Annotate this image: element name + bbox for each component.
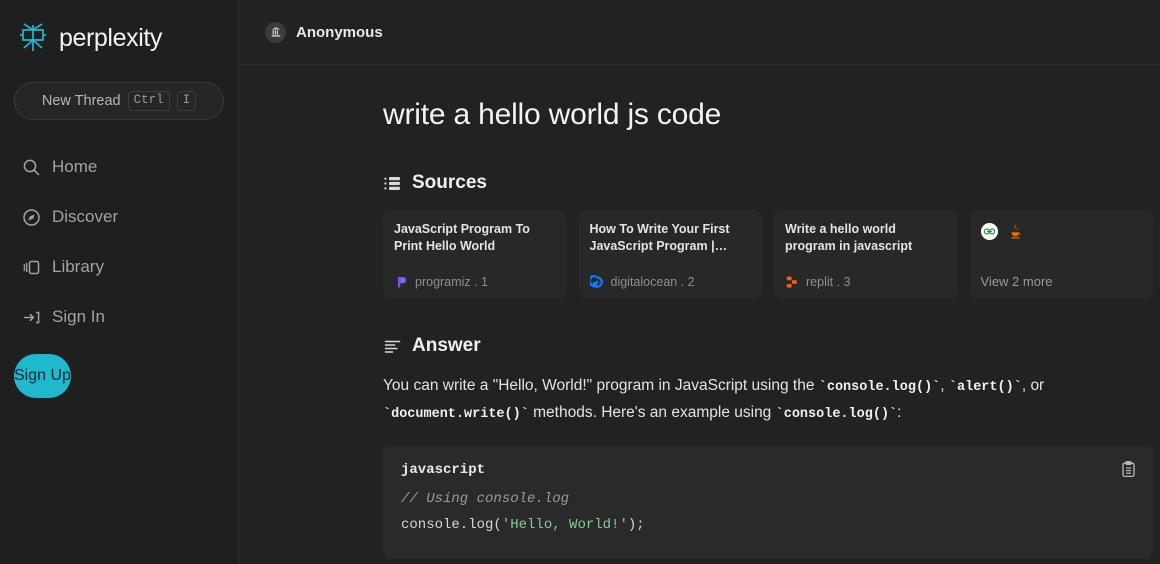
answer-section: Answer You can write a "Hello, World!" p… [383,335,1153,560]
inline-code-console-log: `console.log()` [818,380,941,395]
shortcut-ctrl: Ctrl [127,90,170,112]
new-thread-label: New Thread [41,93,121,109]
sidebar: perplexity New Thread Ctrl I Home Discov… [0,0,239,564]
source-card[interactable]: Write a hello world program in javascrip… [774,210,958,299]
view-more-sources-card[interactable]: View 2 more [969,210,1153,299]
perplexity-logo-icon [16,21,50,55]
sign-in-icon [22,308,41,327]
more-source-icons [980,221,1143,240]
user-name-label: Anonymous [296,23,383,41]
compass-icon [22,208,41,227]
search-icon [22,158,41,177]
answer-lines-icon [383,337,402,356]
answer-text-3: , or [1021,377,1045,394]
view-more-label: View 2 more [980,274,1053,289]
source-meta: programiz . 1 [394,275,556,289]
answer-text-5: : [897,403,902,421]
source-title: JavaScript Program To Print Hello World [394,222,530,253]
code-call-prefix: console.log( [401,517,502,534]
sidebar-item-label: Home [52,157,98,176]
shortcut-letter: I [176,90,197,112]
new-thread-button[interactable]: New Thread Ctrl I [14,82,224,120]
code-content: // Using console.log console.log('Hello,… [401,487,1135,539]
sidebar-item-library[interactable]: Library [14,242,224,292]
source-title: How To Write Your First JavaScript Progr… [589,222,730,253]
source-card[interactable]: How To Write Your First JavaScript Progr… [578,210,762,299]
brand-logo[interactable]: perplexity [14,0,224,62]
code-call-suffix: ); [627,517,645,534]
code-block: javascript // Using console.log console.… [383,446,1153,560]
code-comment: // Using console.log [401,491,570,508]
source-card[interactable]: JavaScript Program To Print Hello World … [383,210,567,299]
inline-code-document-write: `document.write()` [383,406,529,422]
library-icon [22,258,41,277]
brand-name: perplexity [59,23,162,52]
sources-grid: JavaScript Program To Print Hello World … [383,210,1153,299]
inline-code-console-log-2: `console.log()` [775,406,898,422]
avatar[interactable] [265,21,286,43]
answer-text-4: methods. Here's an example using [528,403,776,421]
source-title: Write a hello world program in javascrip… [785,222,913,253]
digitalocean-icon [587,275,604,289]
geeksforgeeks-icon [980,223,998,240]
top-bar: Anonymous [239,0,1160,65]
answer-text-1: You can write a "Hello, World!" program … [383,377,819,394]
thread-content: write a hello world js code Sources Java… [239,65,1160,564]
answer-text-2: , [940,377,949,394]
sidebar-item-label: Sign In [52,307,105,326]
sidebar-item-discover[interactable]: Discover [14,192,224,242]
app-root: perplexity New Thread Ctrl I Home Discov… [0,0,1160,564]
source-meta: digitalocean . 2 [587,275,752,289]
code-string: 'Hello, World!' [501,517,628,534]
replit-icon [785,275,799,289]
inline-code-alert: `alert()` [948,380,1022,395]
answer-header: Answer [383,335,1153,357]
sources-list-icon [383,174,402,193]
sidebar-item-label: Discover [52,207,119,226]
sidebar-item-home[interactable]: Home [14,142,224,192]
code-language-label: javascript [401,462,486,479]
answer-heading: Answer [412,335,481,356]
java-icon [1007,223,1024,240]
source-domain: digitalocean . 2 [610,275,695,289]
sidebar-item-sign-in[interactable]: Sign In [14,292,224,342]
sidebar-item-label: Library [52,257,104,276]
sidebar-nav: Home Discover Library Sign In [14,142,224,342]
source-domain: replit . 3 [806,275,851,289]
source-meta: replit . 3 [785,275,947,289]
programiz-icon [394,275,408,289]
main-panel: Anonymous write a hello world js code So… [239,0,1160,564]
sign-up-button[interactable]: Sign Up [14,354,71,398]
source-domain: programiz . 1 [415,275,488,289]
sources-heading: Sources [412,172,487,193]
page-title: write a hello world js code [383,98,722,131]
clipboard-copy-icon[interactable] [1119,460,1138,479]
sources-header: Sources [383,172,1153,194]
answer-paragraph: You can write a "Hello, World!" program … [383,373,1153,426]
